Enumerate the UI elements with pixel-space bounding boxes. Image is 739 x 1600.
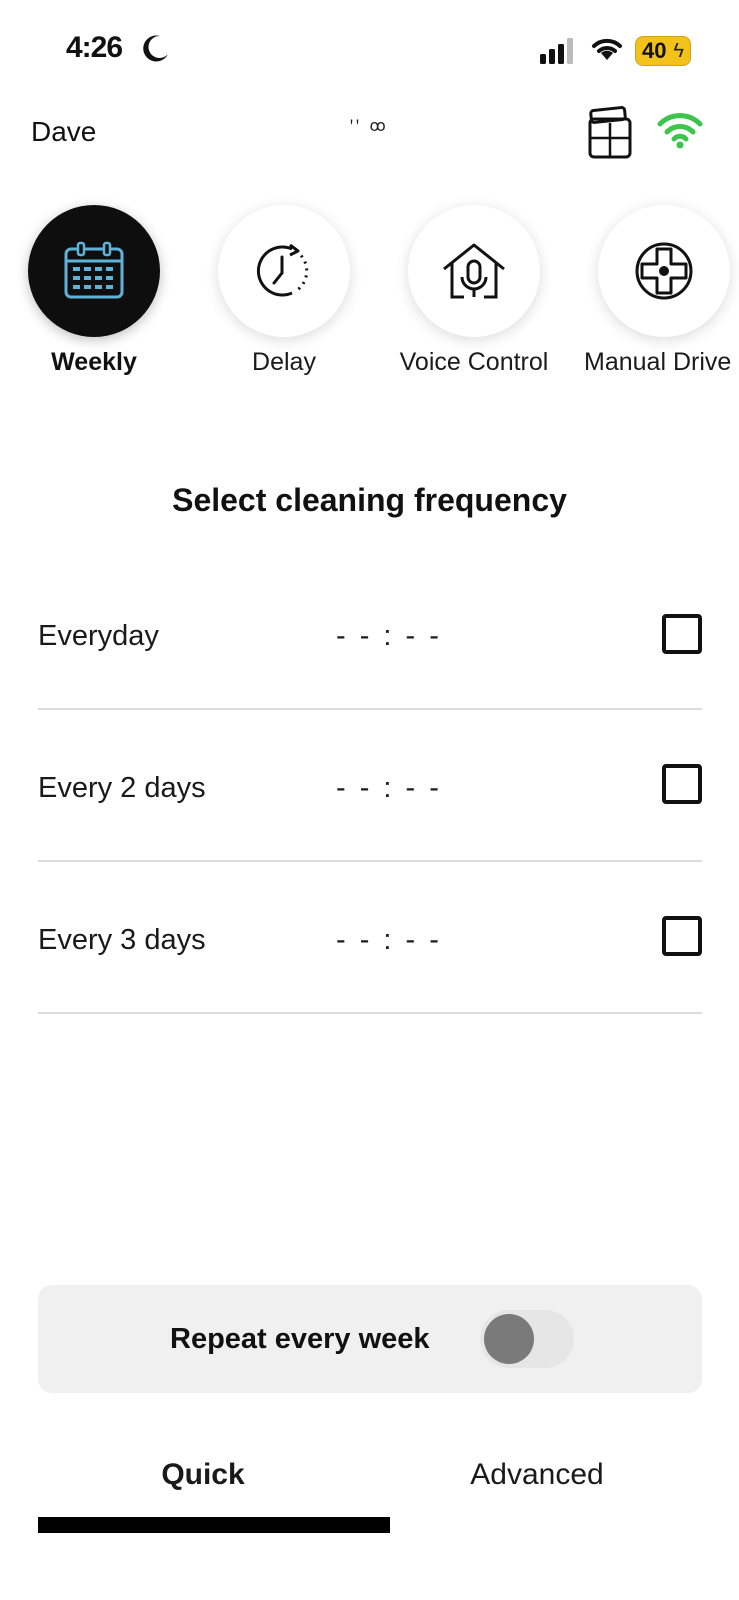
mode-delay-button[interactable] [218,205,350,337]
frequency-row-every-3-days[interactable]: Every 3 days - - : - - [38,916,702,1074]
section-title: Select cleaning frequency [172,482,567,518]
frequency-time[interactable]: - - : - - [336,922,442,958]
mode-delay-label: Delay [252,348,316,376]
frequency-label: Every 2 days [38,772,206,804]
battery-indicator: 40 ϟ [635,36,691,66]
active-tab-indicator [38,1517,390,1533]
timer-icon [256,243,309,297]
tab-advanced[interactable]: Advanced [372,1456,702,1494]
header-center-text: ꞌꞌ ꝏ [350,118,389,135]
divider [38,708,702,710]
mode-manual-drive-label: Manual Drive [584,348,732,376]
wifi-status-icon [592,38,622,60]
frequency-checkbox[interactable] [662,916,702,956]
cellular-signal-icon [540,38,573,64]
mode-weekly-label: Weekly [51,348,137,376]
robot-device-icon[interactable] [587,105,633,159]
device-name[interactable]: Dave [31,114,96,150]
divider [38,860,702,862]
moon-icon [143,35,168,62]
status-time: 4:26 [66,31,123,64]
home-microphone-icon [443,243,505,299]
divider [38,1012,702,1014]
repeat-toggle[interactable] [480,1310,574,1368]
mode-weekly-button[interactable] [28,205,160,337]
repeat-label: Repeat every week [170,1323,430,1355]
frequency-time[interactable]: - - : - - [336,618,442,654]
frequency-label: Every 3 days [38,924,206,956]
frequency-time[interactable]: - - : - - [336,770,442,806]
frequency-label: Everyday [38,620,159,652]
wifi-connected-icon [657,113,703,149]
mode-manual-drive-button[interactable] [598,205,730,337]
dpad-icon [635,242,693,300]
charging-bolt-icon: ϟ [673,40,684,62]
mode-voice-control-button[interactable] [408,205,540,337]
repeat-panel: Repeat every week [38,1285,702,1393]
toggle-knob [484,1314,534,1364]
frequency-checkbox[interactable] [662,764,702,804]
frequency-row-every-2-days[interactable]: Every 2 days - - : - - [38,764,702,922]
tab-quick[interactable]: Quick [38,1456,368,1494]
frequency-checkbox[interactable] [662,614,702,654]
calendar-icon [64,241,124,299]
battery-level: 40 [642,38,667,63]
frequency-row-everyday[interactable]: Everyday - - : - - [38,614,702,770]
mode-voice-control-label: Voice Control [399,348,549,376]
